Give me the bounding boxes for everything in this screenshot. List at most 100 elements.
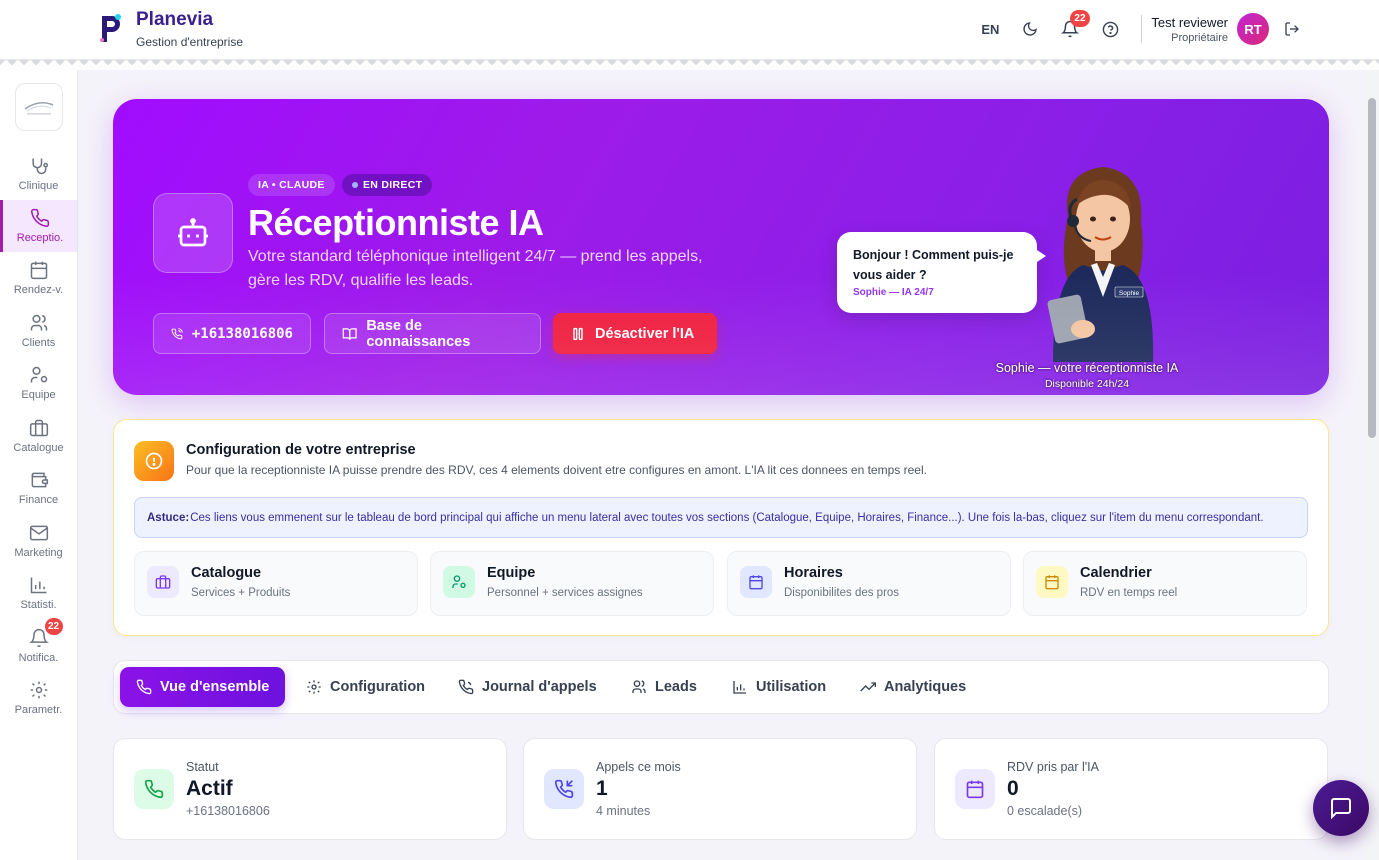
- sidebar-item-receptionniste[interactable]: Receptio.: [0, 200, 77, 252]
- top-header: Planevia Gestion d'entreprise EN 22 Test…: [0, 0, 1379, 60]
- speech-bubble: Bonjour ! Comment puis-je vous aider ? S…: [837, 232, 1046, 313]
- setup-subtitle: Disponibilites des pros: [784, 587, 900, 599]
- sidebar-item-label: Rendez-v.: [13, 284, 64, 296]
- sidebar-item-label: Catalogue: [13, 442, 64, 454]
- language-switch[interactable]: EN: [981, 22, 999, 37]
- stat-card-calls: Appels ce mois 1 4 minutes: [523, 738, 917, 840]
- sidebar-item-rendez-vous[interactable]: Rendez-v.: [0, 252, 77, 304]
- knowledge-base-button[interactable]: Base de connaissances: [324, 313, 541, 354]
- stat-sub: +16138016806: [186, 804, 270, 818]
- ai-claude-chip: IA • CLAUDE: [248, 174, 335, 196]
- stat-sub: 0 escalade(s): [1007, 804, 1083, 818]
- stat-value: 0: [1007, 777, 1019, 800]
- sidebar-item-label: Notifica.: [18, 652, 59, 664]
- tab-label: Analytiques: [884, 679, 967, 695]
- avatar[interactable]: RT: [1237, 13, 1269, 45]
- user-role: Propriétaire: [1171, 31, 1228, 44]
- chat-icon: [1331, 798, 1351, 820]
- tab-label: Journal d'appels: [482, 679, 597, 695]
- tab-configuration[interactable]: Configuration: [306, 667, 425, 707]
- setup-title: Horaires: [784, 565, 843, 581]
- phone-incoming-icon: [544, 769, 584, 809]
- tab-usage[interactable]: Utilisation: [732, 667, 826, 707]
- setup-link-calendrier[interactable]: Calendrier RDV en temps reel: [1023, 551, 1307, 616]
- phone-call-icon: [171, 327, 183, 339]
- tab-label: Vue d'ensemble: [160, 679, 270, 695]
- book-open-icon: [342, 327, 357, 340]
- phone-number-button[interactable]: +16138016806: [153, 313, 311, 354]
- stat-sub: 4 minutes: [596, 804, 651, 818]
- sidebar-item-label: Finance: [18, 494, 59, 506]
- setup-subtitle: Services + Produits: [191, 587, 291, 599]
- receptionist-avatar-illustration: Sophie: [1047, 167, 1154, 362]
- hero-banner: IA • CLAUDE EN DIRECT Réceptionniste IA …: [113, 99, 1329, 395]
- sidebar-item-clinique[interactable]: Clinique: [0, 148, 77, 200]
- sidebar: Clinique Receptio. Rendez-v. Clients Equ…: [0, 70, 78, 860]
- setup-title: Equipe: [487, 565, 536, 581]
- sidebar-item-finance[interactable]: Finance: [0, 462, 77, 514]
- tab-call-log[interactable]: Journal d'appels: [458, 667, 597, 707]
- live-dot-icon: [352, 182, 358, 188]
- setup-link-equipe[interactable]: Equipe Personnel + services assignes: [430, 551, 714, 616]
- phone-icon: [31, 208, 50, 227]
- tip-box: Astuce: Ces liens vous emmenent sur le t…: [134, 497, 1308, 538]
- knowledge-base-label: Base de connaissances: [366, 317, 471, 350]
- users-icon: [632, 680, 646, 693]
- user-name: Test reviewer: [1151, 14, 1228, 30]
- briefcase-icon: [147, 566, 179, 598]
- calendar-icon: [1036, 566, 1068, 598]
- setup-title: Catalogue: [191, 565, 262, 581]
- setup-link-catalogue[interactable]: Catalogue Services + Produits: [134, 551, 418, 616]
- moon-icon[interactable]: [1021, 20, 1039, 38]
- setup-link-horaires[interactable]: Horaires Disponibilites des pros: [727, 551, 1011, 616]
- sidebar-item-label: Receptio.: [16, 232, 64, 244]
- tab-leads[interactable]: Leads: [631, 667, 697, 707]
- tab-label: Leads: [655, 679, 697, 695]
- deactivate-ai-button[interactable]: Désactiver l'IA: [553, 313, 717, 354]
- hero-description: Votre standard téléphonique intelligent …: [248, 248, 703, 289]
- sidebar-item-clients[interactable]: Clients: [0, 305, 77, 357]
- setup-subtitle: RDV en temps reel: [1080, 587, 1178, 599]
- sidebar-item-notifications[interactable]: 22 Notifica.: [0, 618, 77, 672]
- stat-label: Appels ce mois: [596, 760, 681, 774]
- chat-button[interactable]: [1313, 780, 1369, 836]
- scrollbar[interactable]: [1365, 70, 1379, 860]
- page-title: Réceptionniste IA: [248, 202, 544, 243]
- user-info[interactable]: Test reviewer Propriétaire: [1151, 15, 1228, 44]
- tip-text: Ces liens vous emmenent sur le tableau d…: [190, 511, 1264, 524]
- planevia-logo-icon: [100, 14, 121, 42]
- calendar-icon: [30, 261, 47, 280]
- header-decoration: [0, 60, 1379, 70]
- business-logo[interactable]: [15, 83, 63, 131]
- logout-icon[interactable]: [1283, 20, 1301, 38]
- phone-icon: [136, 679, 152, 695]
- pause-icon: [573, 327, 583, 340]
- notifications-button[interactable]: 22: [1061, 10, 1090, 38]
- mail-icon: [29, 525, 48, 541]
- bar-chart-icon: [30, 577, 46, 594]
- stat-value: 1: [596, 777, 608, 800]
- tab-label: Utilisation: [756, 679, 827, 695]
- help-icon[interactable]: [1101, 20, 1119, 38]
- scroll-thumb[interactable]: [1368, 98, 1376, 438]
- sidebar-item-statistiques[interactable]: Statisti.: [0, 567, 77, 619]
- settings-icon: [30, 681, 47, 699]
- brand[interactable]: Planevia Gestion d'entreprise: [98, 10, 243, 49]
- live-chip: EN DIRECT: [342, 174, 433, 196]
- stat-label: RDV pris par l'IA: [1007, 760, 1099, 774]
- stat-card-status: Statut Actif +16138016806: [113, 738, 507, 840]
- stat-label: Statut: [186, 760, 219, 774]
- stethoscope-icon: [31, 158, 48, 175]
- sidebar-item-parametres[interactable]: Parametr.: [0, 672, 77, 724]
- wallet-icon: [31, 472, 48, 488]
- phone-call-icon: [458, 679, 474, 695]
- tab-analytics[interactable]: Analytiques: [860, 667, 966, 707]
- divider: [1141, 15, 1143, 43]
- sidebar-item-catalogue[interactable]: Catalogue: [0, 410, 77, 462]
- tab-overview[interactable]: Vue d'ensemble: [120, 667, 286, 707]
- bot-icon: [153, 193, 233, 273]
- sidebar-item-marketing[interactable]: Marketing: [0, 515, 77, 567]
- sidebar-item-equipe[interactable]: Equipe: [0, 357, 77, 409]
- deactivate-ai-label: Désactiver l'IA: [595, 325, 695, 342]
- setup-subtitle: Personnel + services assignes: [487, 587, 643, 599]
